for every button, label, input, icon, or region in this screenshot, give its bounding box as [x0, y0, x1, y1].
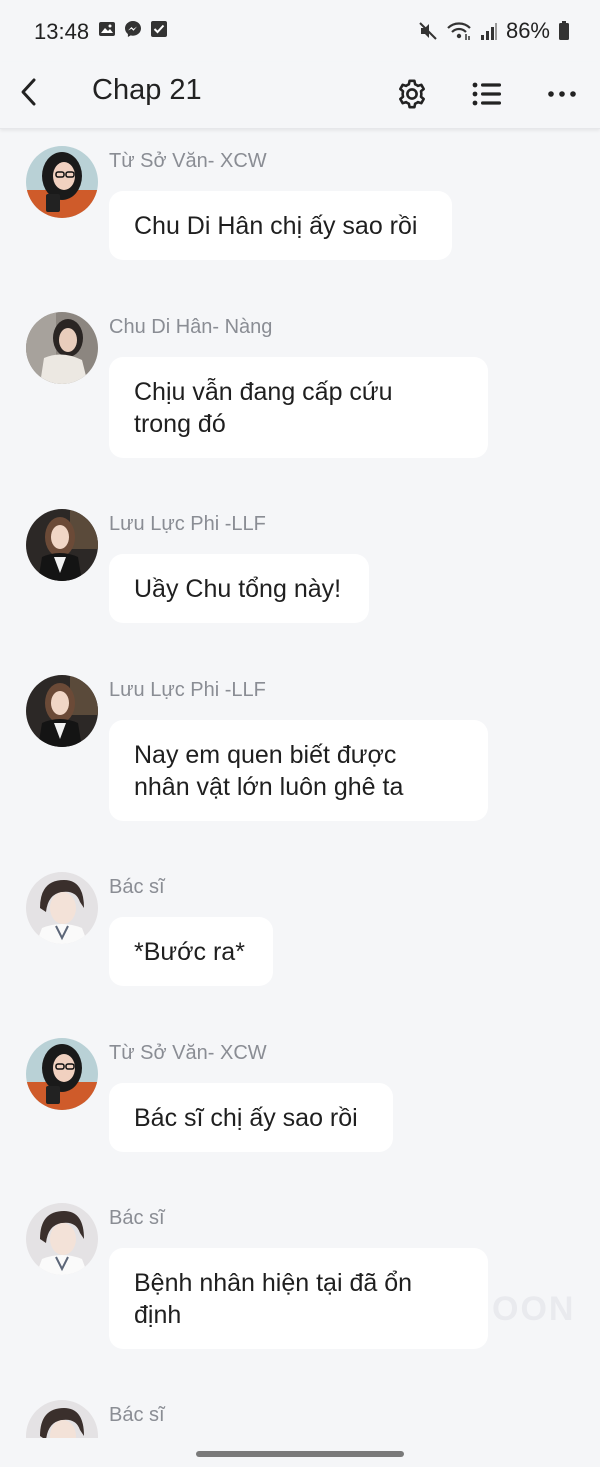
sender-name: Bác sĩ: [109, 876, 165, 898]
mute-icon: [419, 22, 437, 40]
sender-name: Lưu Lực Phi -LLF: [109, 679, 266, 701]
message-bubble[interactable]: Uầy Chu tổng này!: [109, 554, 369, 623]
sender-name: Bác sĩ: [109, 1404, 165, 1426]
gear-icon: [399, 79, 425, 109]
avatar-llf[interactable]: [26, 675, 98, 747]
sender-name: Từ Sở Văn- XCW: [109, 150, 267, 172]
avatar-doctor[interactable]: [26, 1400, 98, 1438]
avatar-doctor[interactable]: [26, 872, 98, 944]
chat-list[interactable]: Từ Sở Văn- XCW Chu Di Hân chị ấy sao rồi…: [0, 128, 600, 1438]
message-text-line: *Bước ra*: [134, 938, 245, 966]
list-icon: [472, 82, 501, 106]
chat-header: Chap 21: [0, 62, 600, 129]
avatar-xcw[interactable]: [26, 1038, 98, 1110]
back-arrow-icon: [21, 78, 36, 106]
message-bubble[interactable]: Chu Di Hân chị ấy sao rồi: [109, 191, 452, 260]
more-button[interactable]: [540, 72, 584, 116]
message-text-line: Nay em quen biết được: [134, 741, 397, 769]
message-bubble[interactable]: Bệnh nhân hiện tại đã ổn định: [109, 1248, 488, 1349]
message-bubble[interactable]: Bác sĩ chị ấy sao rồi: [109, 1083, 393, 1152]
message-bubble[interactable]: Chịu vẫn đang cấp cứu trong đó: [109, 357, 488, 458]
notification-icons: [98, 20, 168, 38]
sender-name: Bác sĩ: [109, 1207, 165, 1229]
message-text-line: Chịu vẫn đang cấp cứu: [134, 378, 393, 406]
message-text-line: Chu Di Hân chị ấy sao rồi: [134, 212, 418, 240]
avatar-doctor[interactable]: [26, 1203, 98, 1275]
message-text-line: Bệnh nhân hiện tại đã ổn: [134, 1269, 413, 1297]
chapter-list-button[interactable]: [465, 72, 509, 116]
wifi-icon: [447, 22, 471, 40]
watermark: OON: [492, 1290, 576, 1328]
sender-name: Chu Di Hân- Nàng: [109, 316, 273, 338]
message-bubble[interactable]: *Bước ra*: [109, 917, 273, 986]
message-text-line: trong đó: [134, 410, 226, 438]
message-text-line: Bác sĩ chị ấy sao rồi: [134, 1104, 358, 1132]
settings-button[interactable]: [390, 72, 434, 116]
battery-percent: 86%: [505, 18, 550, 43]
signal-icon: [480, 23, 497, 40]
message-bubble[interactable]: Nay em quen biết được nhân vật lớn luôn …: [109, 720, 488, 821]
avatar-llf[interactable]: [26, 509, 98, 581]
status-right: 86%: [418, 18, 570, 44]
more-icon: [548, 91, 576, 97]
message-text-line: Uầy Chu tổng này!: [134, 575, 342, 603]
message-text-line: nhân vật lớn luôn ghê ta: [134, 773, 404, 801]
status-time: 13:48: [34, 19, 90, 44]
avatar-xcw[interactable]: [26, 146, 98, 218]
gallery-icon: [99, 22, 115, 36]
home-indicator[interactable]: [196, 1451, 404, 1457]
status-bar: 13:48 86%: [0, 0, 600, 62]
avatar-nang[interactable]: [26, 312, 98, 384]
checkbox-icon: [151, 21, 167, 37]
battery-icon: [559, 21, 569, 40]
back-button[interactable]: [14, 72, 44, 112]
page-title: Chap 21: [92, 74, 202, 106]
message-text-line: định: [134, 1301, 182, 1329]
messenger-icon: [125, 21, 141, 37]
sender-name: Lưu Lực Phi -LLF: [109, 513, 266, 535]
sender-name: Từ Sở Văn- XCW: [109, 1042, 267, 1064]
